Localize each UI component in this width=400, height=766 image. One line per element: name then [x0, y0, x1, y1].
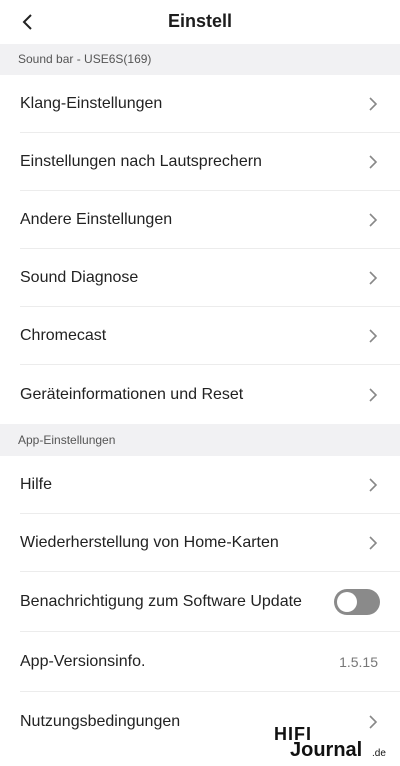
menu-item-label: Sound Diagnose — [20, 269, 139, 286]
menu-item-label: Hilfe — [20, 476, 53, 493]
menu-item-klang-einstellungen[interactable]: Klang-Einstellungen — [0, 75, 400, 133]
menu-item-label: Wiederherstellung von Home-Karten — [20, 534, 279, 551]
menu-item-andere-einstellungen[interactable]: Andere Einstellungen — [0, 191, 400, 249]
svg-text:Journal: Journal — [290, 739, 362, 758]
menu-item-geraeteinformationen[interactable]: Geräteinformationen und Reset — [0, 365, 400, 424]
toggle-knob — [337, 592, 357, 612]
menu-item-label: Geräteinformationen und Reset — [20, 385, 244, 403]
menu-item-label: Andere Einstellungen — [20, 211, 173, 228]
chevron-right-icon — [368, 154, 378, 170]
setting-software-update-notification: Benachrichtigung zum Software Update — [0, 572, 400, 632]
menu-item-label: App-Versionsinfo. — [20, 653, 146, 670]
app-version-value: 1.5.15 — [339, 654, 378, 670]
chevron-right-icon — [368, 270, 378, 286]
svg-text:.de: .de — [372, 748, 386, 758]
menu-item-label: Einstellungen nach Lautsprechern — [20, 153, 262, 170]
menu-item-lautsprecher-einstellungen[interactable]: Einstellungen nach Lautsprechern — [0, 133, 400, 191]
menu-item-hilfe[interactable]: Hilfe — [0, 456, 400, 514]
page-title: Einstell — [167, 11, 233, 31]
menu-item-label: Klang-Einstellungen — [20, 95, 163, 112]
chevron-right-icon — [368, 212, 378, 228]
chevron-right-icon — [368, 328, 378, 344]
chevron-right-icon — [368, 387, 378, 403]
software-update-toggle[interactable] — [334, 589, 380, 615]
menu-item-home-karten[interactable]: Wiederherstellung von Home-Karten — [0, 514, 400, 572]
section-header-soundbar: Sound bar - USE6S(169) — [0, 44, 400, 75]
hifi-journal-logo: HIFI Journal .de — [274, 724, 386, 758]
menu-item-label: Nutzungsbedingungen — [20, 713, 181, 730]
menu-item-label: Chromecast — [20, 327, 107, 344]
menu-item-chromecast[interactable]: Chromecast — [0, 307, 400, 365]
chevron-right-icon — [368, 477, 378, 493]
app-version-info: App-Versionsinfo. 1.5.15 — [0, 632, 400, 692]
chevron-right-icon — [368, 535, 378, 551]
section-header-app: App-Einstellungen — [0, 424, 400, 456]
menu-item-sound-diagnose[interactable]: Sound Diagnose — [0, 249, 400, 307]
menu-item-label: Benachrichtigung zum Software Update — [20, 593, 302, 610]
header-bar: Einstell — [0, 0, 400, 44]
chevron-right-icon — [368, 96, 378, 112]
